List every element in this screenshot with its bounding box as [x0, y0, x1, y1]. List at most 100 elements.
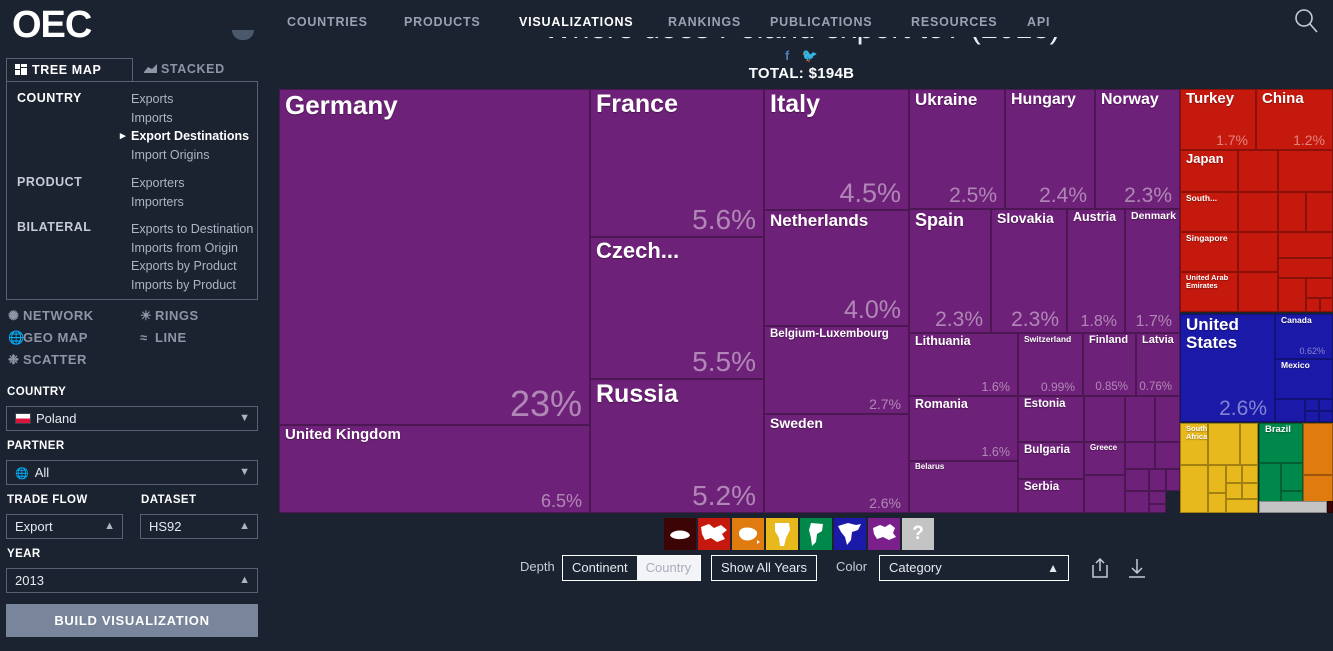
treemap-cell-bulgaria[interactable]: Bulgaria — [1018, 442, 1084, 479]
treemap-cell[interactable] — [1238, 232, 1278, 272]
treemap-cell[interactable] — [1278, 278, 1306, 312]
treemap-cell[interactable] — [1226, 499, 1258, 513]
twitter-icon[interactable]: 🐦 — [802, 48, 818, 63]
legend-antarctica[interactable] — [664, 518, 696, 550]
nav-rankings[interactable]: RANKINGS — [668, 15, 741, 29]
treemap-cell-united-states[interactable]: United States 2.6% — [1180, 314, 1275, 422]
oec-logo[interactable]: OEC — [12, 4, 92, 47]
legend-oceania[interactable] — [732, 518, 764, 550]
treemap-cell-russia[interactable]: Russia 5.2% — [590, 379, 764, 513]
treemap-cell-finland[interactable]: Finland 0.85% — [1083, 333, 1136, 396]
treemap-cell-canada[interactable]: Canada 0.62% — [1275, 314, 1333, 359]
nav-visualizations[interactable]: VISUALIZATIONS — [519, 15, 633, 29]
treemap-cell[interactable] — [1278, 258, 1333, 278]
partner-select[interactable]: 🌐 All ▼ — [6, 460, 258, 485]
treemap-cell[interactable] — [1278, 232, 1333, 258]
treemap-cell-south[interactable]: South... — [1180, 192, 1238, 232]
viz-type-line[interactable]: ≈ LINE — [140, 330, 187, 345]
legend-other[interactable]: ? — [902, 518, 934, 550]
search-icon[interactable] — [1293, 8, 1319, 39]
legend-africa[interactable] — [766, 518, 798, 550]
show-all-years-button[interactable]: Show All Years — [711, 555, 818, 581]
trade-flow-select[interactable]: Export ▲ — [6, 514, 123, 539]
treemap-cell-czech[interactable]: Czech... 5.5% — [590, 237, 764, 379]
treemap-cell-united-arab-emirates[interactable]: United Arab Emirates — [1180, 272, 1238, 312]
treemap-cell-brazil[interactable]: Brazil — [1259, 423, 1303, 463]
legend-europe[interactable] — [868, 518, 900, 550]
viz-type-rings[interactable]: ☀ RINGS — [140, 308, 199, 324]
treemap-cell[interactable] — [1242, 465, 1258, 483]
treemap-cell-latvia[interactable]: Latvia 0.76% — [1136, 333, 1180, 396]
nav-api[interactable]: API — [1027, 15, 1050, 29]
treemap-cell-serbia[interactable]: Serbia — [1018, 479, 1084, 513]
treemap-cell[interactable] — [1125, 442, 1155, 469]
treemap-cell[interactable] — [1125, 491, 1149, 513]
treemap-cell[interactable] — [1320, 298, 1333, 312]
treemap-cell[interactable] — [1226, 483, 1242, 499]
treemap-cell-turkey[interactable]: Turkey 1.7% — [1180, 89, 1256, 150]
treemap-cell[interactable] — [1180, 465, 1208, 513]
treemap-cell[interactable] — [1149, 504, 1166, 513]
treemap-cell[interactable] — [1208, 493, 1226, 513]
treemap-cell[interactable] — [1278, 192, 1306, 232]
treemap-cell[interactable] — [1327, 501, 1333, 513]
treemap-cell[interactable] — [1084, 396, 1125, 442]
depth-toggle[interactable]: Continent Country — [562, 555, 702, 581]
country-select[interactable]: Poland ▼ — [6, 406, 258, 431]
facebook-icon[interactable]: f — [785, 48, 789, 63]
depth-option-continent[interactable]: Continent — [563, 556, 637, 580]
download-icon[interactable] — [1126, 556, 1148, 585]
treemap-cell[interactable] — [1238, 272, 1278, 312]
treemap-cell-slovakia[interactable]: Slovakia 2.3% — [991, 209, 1067, 333]
treemap-cell[interactable] — [1084, 475, 1125, 513]
treemap-cell-belarus[interactable]: Belarus — [909, 461, 1018, 513]
nav-products[interactable]: PRODUCTS — [404, 15, 481, 29]
treemap-cell[interactable] — [1155, 442, 1180, 469]
treemap-cell-germany[interactable]: Germany 23% — [279, 89, 590, 425]
treemap-cell[interactable] — [1149, 469, 1166, 491]
viz-type-scatter[interactable]: ❉ SCATTER — [8, 352, 87, 368]
treemap-cell[interactable] — [1242, 483, 1258, 499]
treemap-cell-lithuania[interactable]: Lithuania 1.6% — [909, 333, 1018, 396]
treemap-cell-estonia[interactable]: Estonia — [1018, 396, 1084, 442]
dataset-select[interactable]: HS92 ▲ — [140, 514, 258, 539]
treemap-cell[interactable] — [1149, 491, 1166, 504]
treemap-cell[interactable] — [1155, 396, 1180, 442]
viz-type-geo-map[interactable]: 🌐GEO MAP — [8, 330, 88, 346]
treemap-cell[interactable] — [1226, 465, 1242, 483]
treemap-cell[interactable] — [1303, 423, 1333, 475]
menu-link-imports-from-origin[interactable]: Imports from Origin — [131, 239, 253, 258]
treemap-cell-singapore[interactable]: Singapore — [1180, 232, 1238, 272]
menu-link-importers[interactable]: Importers — [131, 193, 185, 212]
depth-option-country[interactable]: Country — [636, 556, 701, 580]
treemap-cell-hungary[interactable]: Hungary 2.4% — [1005, 89, 1095, 209]
treemap-cell-romania[interactable]: Romania 1.6% — [909, 396, 1018, 461]
menu-link-export-destinations[interactable]: Export Destinations — [120, 127, 249, 146]
treemap-cell[interactable] — [1208, 423, 1240, 465]
treemap-cell[interactable] — [1238, 150, 1278, 192]
treemap-cell-france[interactable]: France 5.6% — [590, 89, 764, 237]
nav-countries[interactable]: COUNTRIES — [287, 15, 368, 29]
treemap-cell-spain[interactable]: Spain 2.3% — [909, 209, 991, 333]
nav-resources[interactable]: RESOURCES — [911, 15, 997, 29]
treemap-cell-italy[interactable]: Italy 4.5% — [764, 89, 909, 210]
treemap-cell[interactable] — [1259, 501, 1327, 513]
build-visualization-button[interactable]: BUILD VISUALIZATION — [6, 604, 258, 637]
treemap-cell[interactable] — [1319, 399, 1333, 411]
treemap-cell[interactable] — [1319, 411, 1333, 422]
treemap-cell-china[interactable]: China 1.2% — [1256, 89, 1333, 150]
tab-tree-map[interactable]: TREE MAP — [6, 58, 133, 82]
treemap-cell-mexico[interactable]: Mexico — [1275, 359, 1333, 399]
tab-stacked[interactable]: STACKED — [136, 58, 233, 82]
menu-link-imports[interactable]: Imports — [131, 109, 249, 128]
treemap-cell-japan[interactable]: Japan — [1180, 150, 1238, 192]
treemap-cell[interactable] — [1275, 399, 1305, 422]
treemap-cell[interactable] — [1278, 150, 1333, 192]
menu-link-import-origins[interactable]: Import Origins — [131, 146, 249, 165]
treemap-cell-netherlands[interactable]: Netherlands 4.0% — [764, 210, 909, 326]
treemap-cell-norway[interactable]: Norway 2.3% — [1095, 89, 1180, 209]
treemap-cell[interactable] — [1240, 423, 1258, 465]
treemap-cell[interactable] — [1305, 399, 1319, 411]
menu-link-exports[interactable]: Exports — [131, 90, 249, 109]
viz-type-network[interactable]: ✺ NETWORK — [8, 308, 94, 324]
